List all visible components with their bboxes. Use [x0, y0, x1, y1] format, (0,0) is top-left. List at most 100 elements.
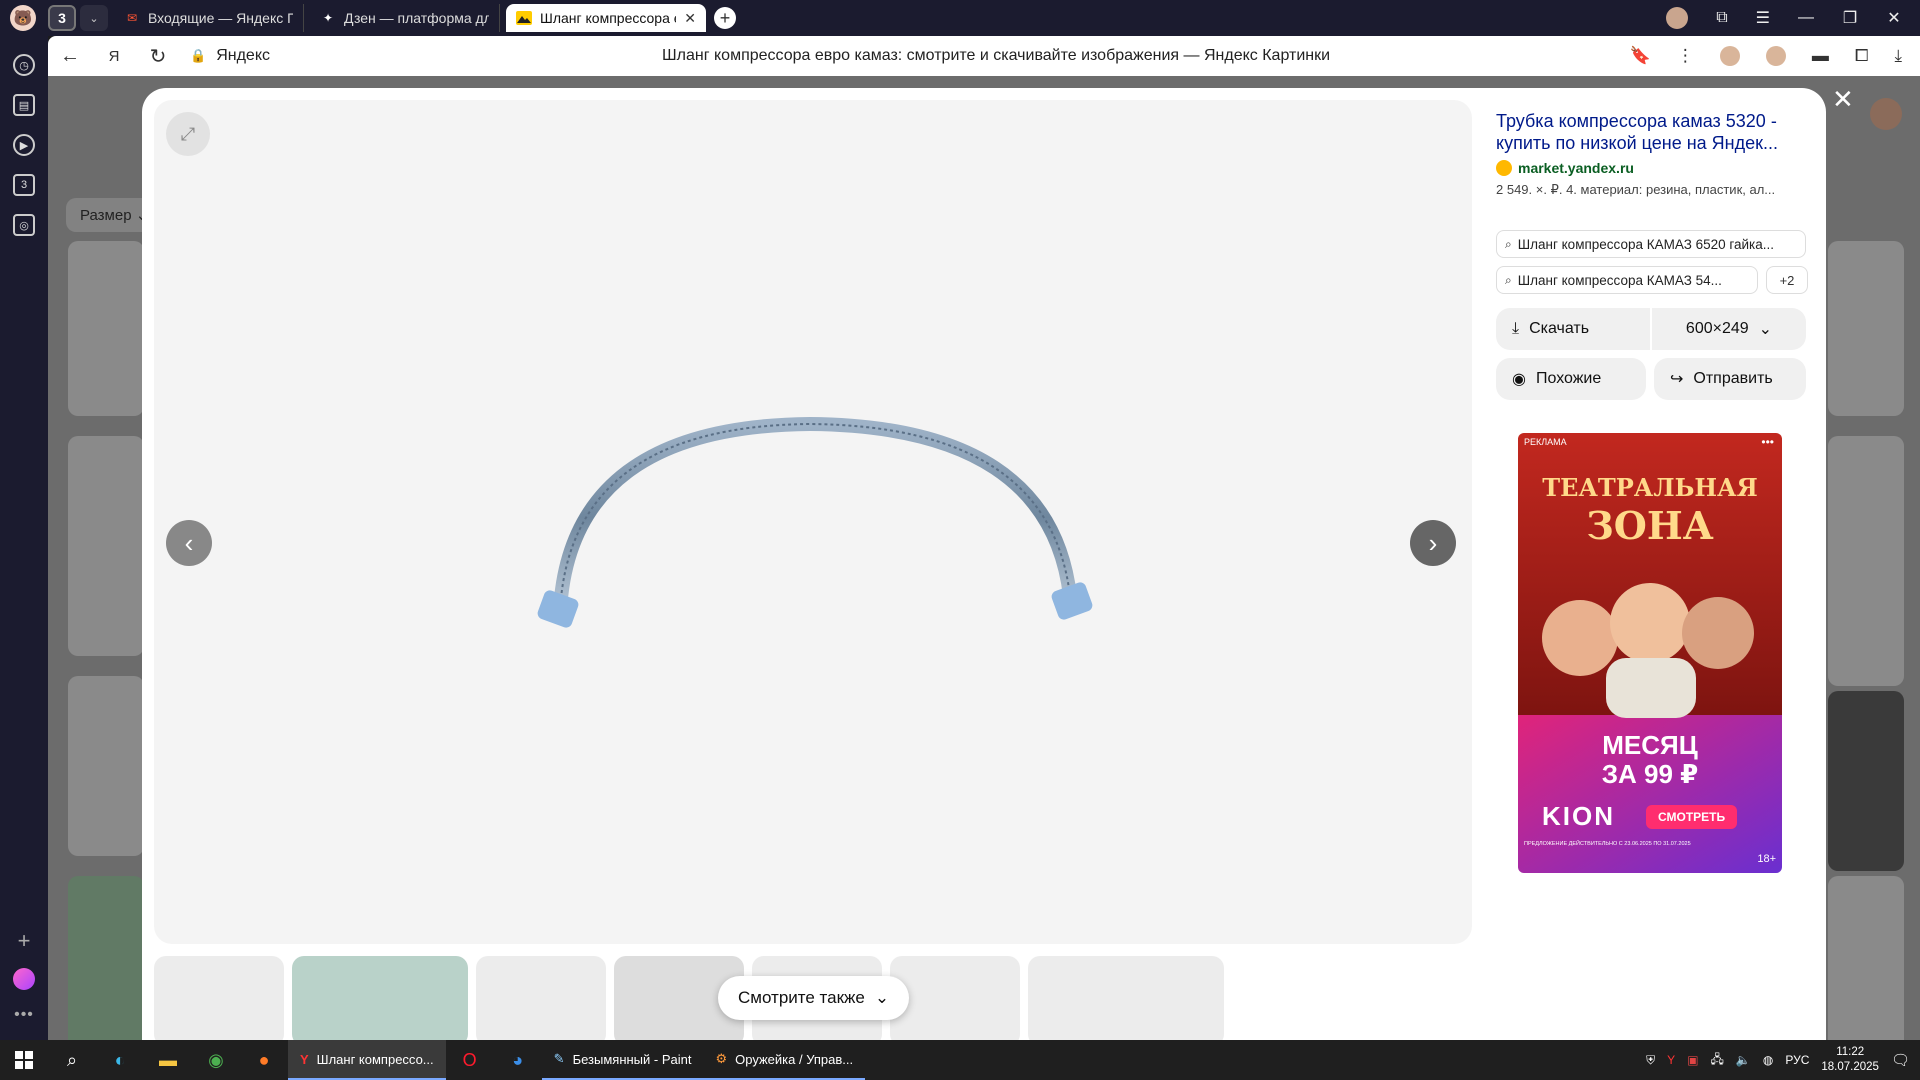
related-query-chip[interactable]: ⌕ Шланг компрессора КАМАЗ 6520 гайка...	[1496, 230, 1806, 258]
search-icon[interactable]: ⌕	[48, 1040, 96, 1080]
alice-assistant-icon[interactable]	[13, 968, 35, 990]
result-thumb[interactable]	[68, 436, 144, 656]
account-avatar[interactable]	[1666, 7, 1689, 29]
close-window-icon[interactable]: ✕	[1886, 8, 1902, 28]
address-bar: ← Я ↻ 🔒 Яндекс Шланг компрессора евро ка…	[48, 36, 1920, 76]
menu-icon[interactable]: ☰	[1756, 8, 1770, 28]
tab-images[interactable]: Шланг компрессора евро камаз ✕	[506, 4, 706, 32]
play-icon[interactable]: ▶	[13, 134, 35, 156]
globe-icon[interactable]: ◍	[1763, 1053, 1773, 1067]
chevron-down-icon[interactable]: ⌄	[80, 5, 108, 31]
messenger-icon[interactable]: ◕	[494, 1040, 542, 1080]
edge-icon[interactable]: ◐	[96, 1040, 144, 1080]
ad-banner[interactable]: РЕКЛАМА ••• ТЕАТРАЛЬНАЯ ЗОНА МЕСЯЦ ЗА 99…	[1518, 433, 1782, 873]
yandex-browser-icon: Y	[300, 1051, 309, 1067]
close-viewer-icon[interactable]: ✕	[1832, 84, 1854, 115]
tab-mail[interactable]: ✉ Входящие — Яндекс Почта	[114, 4, 304, 32]
user-avatar[interactable]	[1870, 98, 1902, 130]
yandex-home-icon[interactable]: Я	[92, 48, 136, 65]
file-explorer-icon[interactable]: ▬	[144, 1040, 192, 1080]
related-thumb[interactable]	[1028, 956, 1224, 1040]
tab-zen[interactable]: ✦ Дзен — платформа для просмотра	[310, 4, 500, 32]
taskbar-app-game[interactable]: ⚙ Оружейка / Управ...	[703, 1040, 866, 1080]
new-tab-button[interactable]: +	[714, 7, 736, 29]
opera-icon[interactable]: O	[446, 1040, 494, 1080]
network-icon[interactable]: 🖧	[1711, 1050, 1724, 1071]
firefox-icon[interactable]: ●	[240, 1040, 288, 1080]
result-snippet: 2 549. ×. ₽. 4. материал: резина, пласти…	[1496, 182, 1776, 197]
browser-profile-icon[interactable]: 🐻	[10, 5, 36, 31]
site-name[interactable]: Яндекс	[216, 47, 270, 65]
ad-menu-icon[interactable]: •••	[1761, 435, 1774, 449]
result-thumb[interactable]	[1828, 436, 1904, 686]
result-thumb[interactable]	[68, 876, 144, 1040]
download-button[interactable]: ⤓ Скачать	[1496, 308, 1650, 350]
filter-label: Размер	[80, 207, 132, 224]
bookmarks-icon[interactable]: ▤	[13, 94, 35, 116]
chrome-icon[interactable]: ◉	[192, 1040, 240, 1080]
tabs-count-icon[interactable]: 3	[13, 174, 35, 196]
hose-image[interactable]	[510, 396, 1114, 646]
related-thumb[interactable]	[154, 956, 284, 1040]
result-thumb[interactable]	[1828, 691, 1904, 871]
more-icon[interactable]: •••	[14, 1006, 34, 1024]
app-tray-icon[interactable]: ▣	[1687, 1053, 1698, 1067]
bookmark-icon[interactable]: 🔖	[1630, 46, 1651, 66]
tab-count-badge[interactable]: 3	[48, 5, 76, 31]
more-chips-button[interactable]: +2	[1766, 266, 1808, 294]
related-thumb[interactable]	[890, 956, 1020, 1040]
history-icon[interactable]: ◷	[13, 54, 35, 76]
add-panel-icon[interactable]: +	[18, 928, 31, 954]
ad-headline-1: ТЕАТРАЛЬНАЯ	[1542, 473, 1758, 502]
reload-icon[interactable]: ↻	[136, 44, 180, 69]
taskbar-app-paint[interactable]: ✎ Безымянный - Paint	[541, 1040, 704, 1080]
more-vertical-icon[interactable]: ⋮	[1677, 46, 1694, 66]
clock[interactable]: 11:22 18.07.2025	[1821, 1045, 1879, 1075]
notifications-icon[interactable]: 🗨	[1891, 1051, 1910, 1069]
minimize-icon[interactable]: —	[1798, 9, 1814, 27]
result-title-link[interactable]: Трубка компрессора камаз 5320 - купить п…	[1496, 110, 1796, 154]
downloads-icon[interactable]: ⤓	[1894, 46, 1902, 66]
source-domain: market.yandex.ru	[1518, 160, 1634, 176]
source-link[interactable]: market.yandex.ru	[1496, 160, 1634, 176]
extension-icon[interactable]	[1765, 46, 1786, 66]
next-image-button[interactable]: ›	[1410, 520, 1456, 566]
window-controls: ⧉ ☰ — ❐ ✕	[1666, 7, 1920, 29]
chip-label: Шланг компрессора КАМАЗ 54...	[1517, 272, 1722, 288]
close-tab-icon[interactable]: ✕	[684, 10, 696, 27]
taskbar-app-yandex[interactable]: Y Шланг компрессо...	[288, 1040, 446, 1080]
related-query-chip[interactable]: ⌕ Шланг компрессора КАМАЗ 54...	[1496, 266, 1758, 294]
result-thumb[interactable]	[1828, 241, 1904, 416]
volume-icon[interactable]: 🔈	[1736, 1053, 1751, 1067]
result-thumb[interactable]	[1828, 876, 1904, 1040]
extensions-puzzle-icon[interactable]: ⧠	[1855, 46, 1869, 66]
prev-image-button[interactable]: ‹	[166, 520, 212, 566]
back-arrow-icon[interactable]: ←	[48, 45, 92, 68]
related-thumb[interactable]	[476, 956, 606, 1040]
expand-icon[interactable]: ⤢	[166, 112, 210, 156]
yandex-tray-icon[interactable]: Y	[1667, 1053, 1675, 1067]
restore-icon[interactable]: ❐	[1842, 8, 1858, 28]
result-thumb[interactable]	[68, 241, 144, 416]
screenshot-icon[interactable]: ◎	[13, 214, 35, 236]
clock-date: 18.07.2025	[1821, 1061, 1879, 1073]
result-thumb[interactable]	[68, 676, 144, 856]
yandex-images-icon	[516, 10, 532, 26]
extension-icon[interactable]: ▬	[1812, 46, 1829, 66]
share-icon: ↪	[1670, 371, 1684, 388]
collections-icon[interactable]: ⧉	[1716, 9, 1727, 27]
windows-start-icon[interactable]	[0, 1040, 48, 1080]
keyboard-language[interactable]: РУС	[1785, 1053, 1809, 1067]
ad-brand: KION	[1542, 801, 1615, 831]
extension-icon[interactable]	[1719, 46, 1740, 66]
related-thumb[interactable]	[292, 956, 468, 1040]
page-title[interactable]: Шланг компрессора евро камаз: смотрите и…	[576, 47, 1416, 65]
ad-cta-button[interactable]: СМОТРЕТЬ	[1646, 805, 1738, 829]
image-info-panel: Трубка компрессора камаз 5320 - купить п…	[1484, 88, 1814, 1040]
lock-icon[interactable]: 🔒	[190, 48, 206, 64]
share-button[interactable]: ↪ Отправить	[1654, 358, 1806, 400]
image-size-dropdown[interactable]: 600×249 ⌄	[1652, 308, 1806, 350]
see-also-button[interactable]: Смотрите также ⌄	[718, 976, 910, 1020]
security-icon[interactable]: ⛨	[1646, 1053, 1655, 1068]
similar-button[interactable]: ◉ Похожие	[1496, 358, 1646, 400]
